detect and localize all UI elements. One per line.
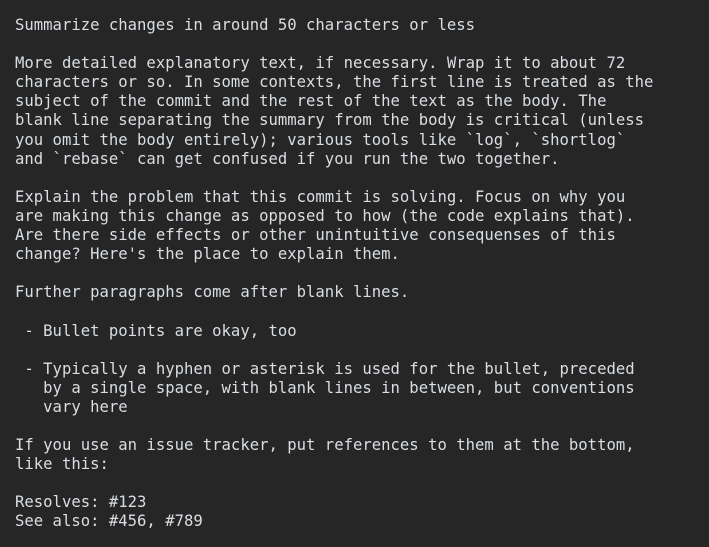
body-line: blank line separating the summary from t… xyxy=(15,111,645,130)
body-line: and `rebase` can get confused if you run… xyxy=(15,149,560,168)
commit-message-editor[interactable]: Summarize changes in around 50 character… xyxy=(0,0,709,547)
bullet-continuation-line: by a single space, with blank lines in b… xyxy=(15,378,635,397)
body-line: Explain the problem that this commit is … xyxy=(15,187,626,206)
body-line: If you use an issue tracker, put referen… xyxy=(15,436,635,455)
body-line: like this: xyxy=(15,455,109,474)
see-also-line: See also: #456, #789 xyxy=(15,512,203,531)
body-line: characters or so. In some contexts, the … xyxy=(15,73,654,92)
body-line: Are there side effects or other unintuit… xyxy=(15,226,616,245)
bullet-continuation-line: vary here xyxy=(15,397,128,416)
bullet-line: - Typically a hyphen or asterisk is used… xyxy=(15,359,635,378)
bullet-line: - Bullet points are okay, too xyxy=(15,321,297,340)
body-line: you omit the body entirely); various too… xyxy=(15,130,626,149)
body-line: are making this change as opposed to how… xyxy=(15,206,635,225)
body-line: Further paragraphs come after blank line… xyxy=(15,283,410,302)
body-line: subject of the commit and the rest of th… xyxy=(15,92,607,111)
summary-line: Summarize changes in around 50 character… xyxy=(15,16,476,34)
body-line: More detailed explanatory text, if neces… xyxy=(15,54,626,73)
body-line: change? Here's the place to explain them… xyxy=(15,245,400,264)
resolves-line: Resolves: #123 xyxy=(15,493,147,512)
